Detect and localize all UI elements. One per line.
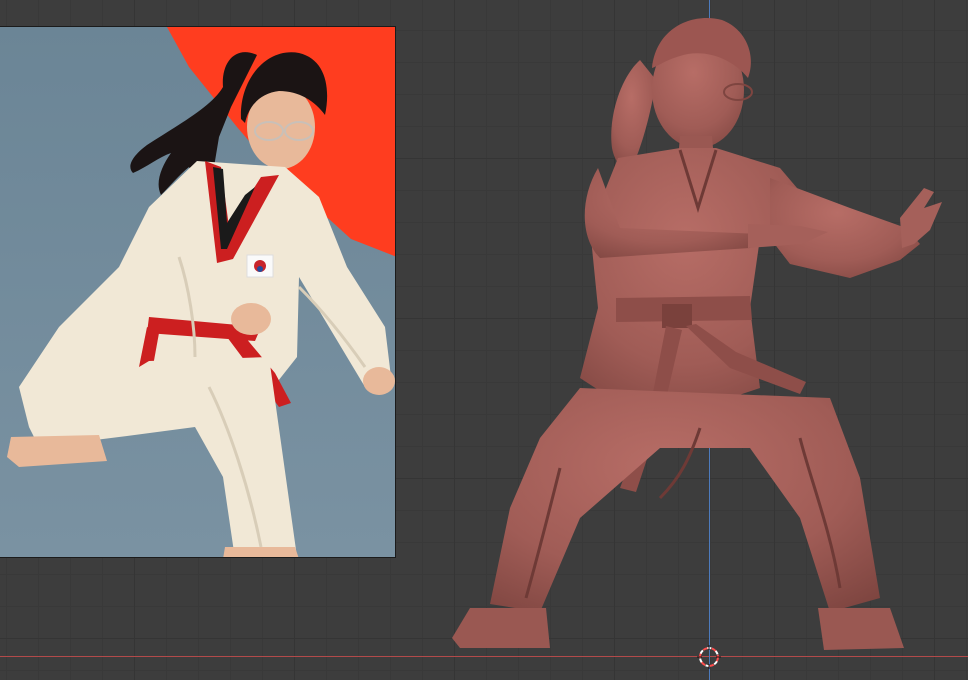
sculpt-model[interactable] bbox=[430, 8, 968, 668]
3d-cursor-icon[interactable] bbox=[697, 645, 721, 669]
reference-image[interactable] bbox=[0, 26, 396, 558]
sculpt-figure bbox=[452, 18, 942, 650]
3d-viewport[interactable] bbox=[0, 0, 968, 680]
reference-photo bbox=[0, 27, 395, 557]
